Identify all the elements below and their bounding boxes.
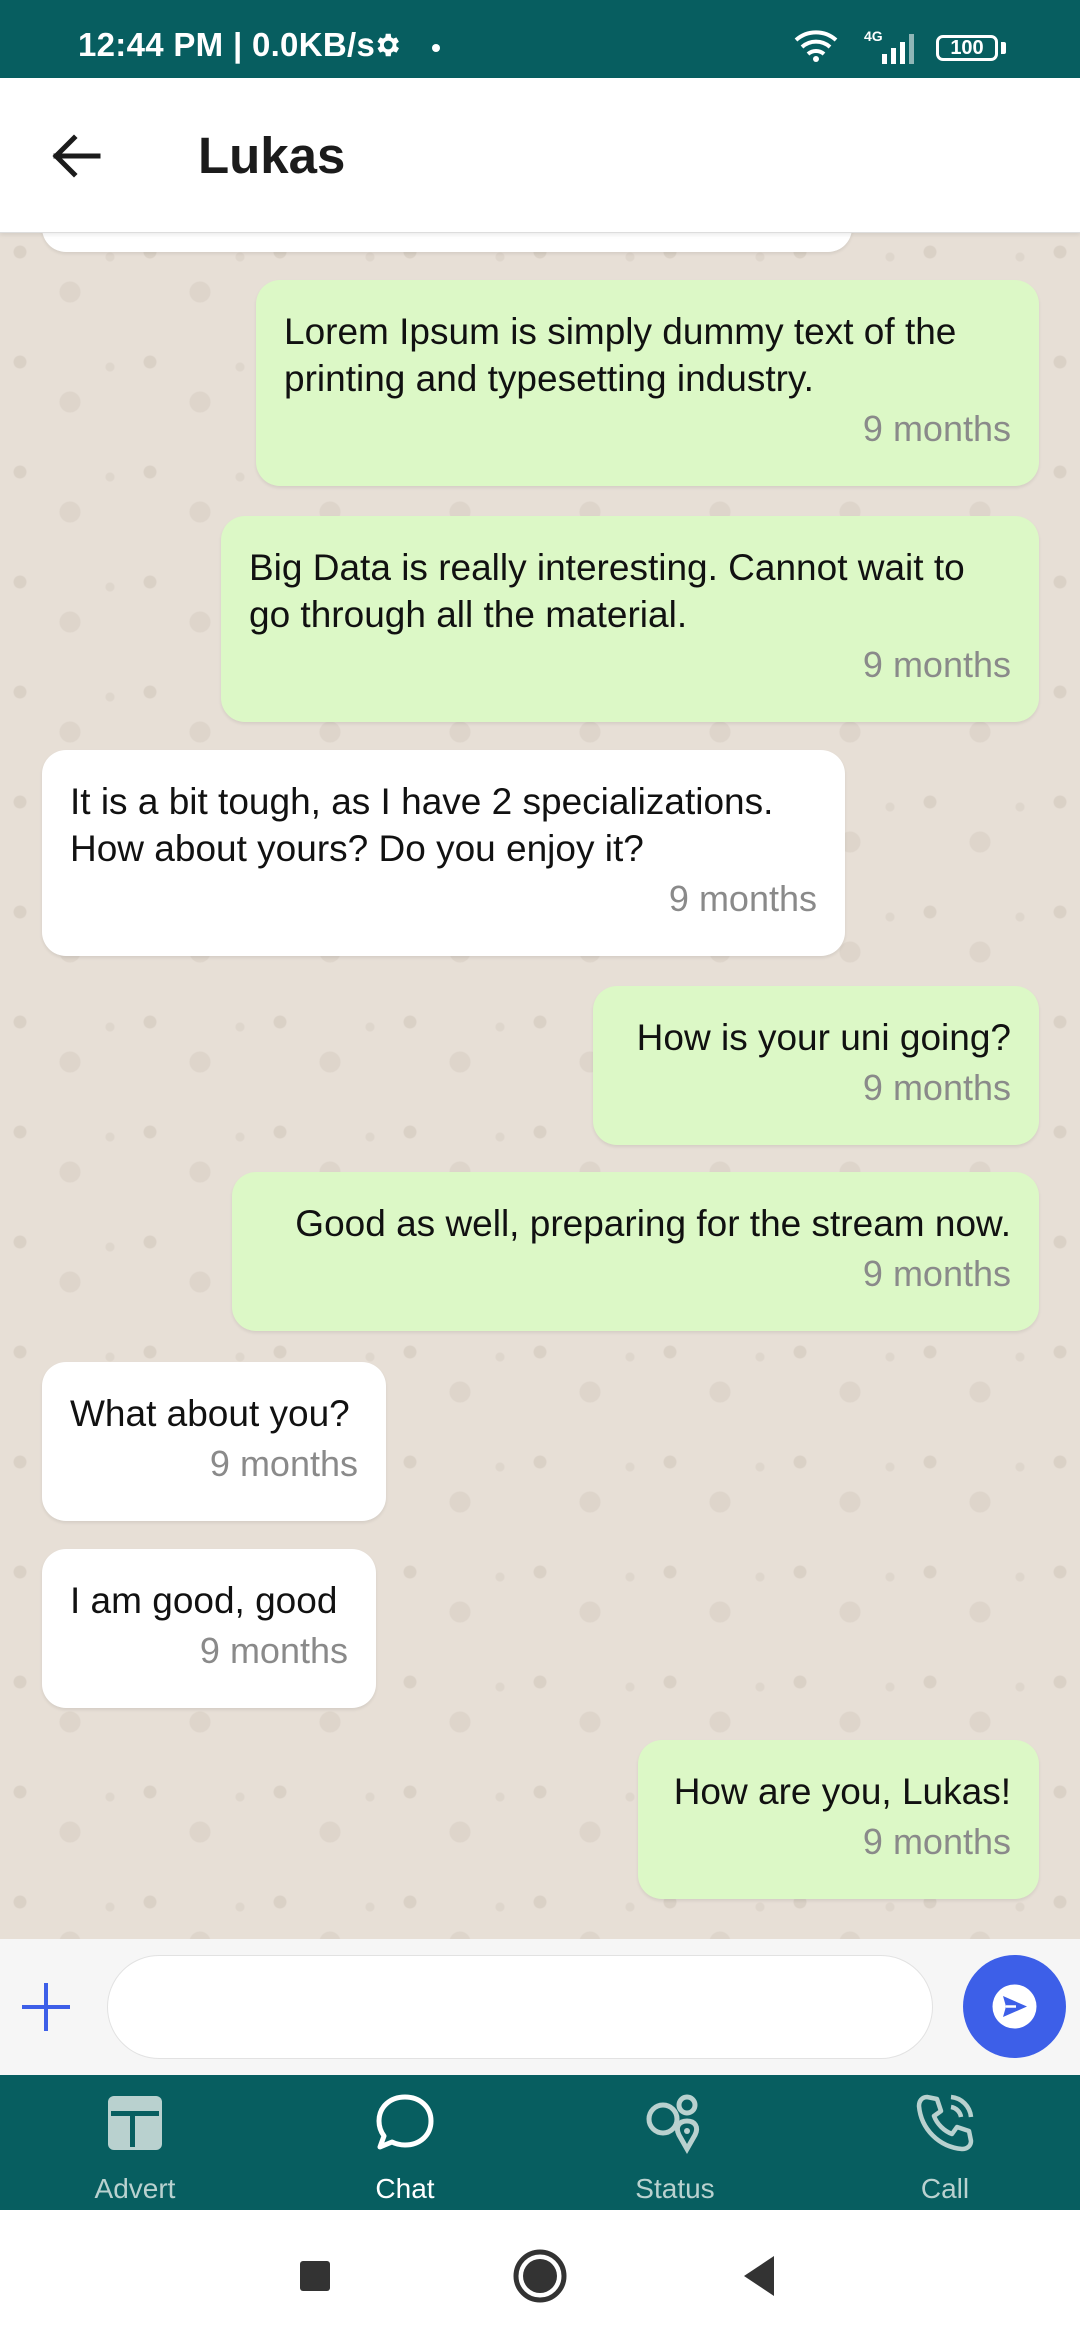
battery-indicator: 100: [936, 35, 998, 61]
home-icon[interactable]: [512, 2248, 568, 2304]
send-icon: [992, 1984, 1037, 2029]
signal-strength-icon: [882, 34, 914, 64]
nav-item-advert[interactable]: Advert: [0, 2075, 270, 2210]
status-time: 12:44 PM | 0.0KB/s: [78, 26, 376, 63]
recent-apps-icon[interactable]: [287, 2248, 343, 2304]
settings-gear-icon: [377, 33, 399, 57]
nav-label: Status: [635, 2173, 715, 2204]
message-time: 9 months: [668, 878, 817, 919]
message-text: Good as well, preparing for the stream n…: [295, 1203, 1011, 1244]
message-bubble-outgoing: Lorem Ipsum is simply dummy text of the …: [256, 280, 1039, 486]
notification-dot: [432, 44, 440, 52]
chat-bubble-icon: [376, 2094, 434, 2150]
message-time: 9 months: [862, 644, 1011, 685]
message-text: Lorem Ipsum is simply dummy text of the …: [284, 311, 957, 399]
message-time: 9 months: [862, 1253, 1011, 1294]
back-triangle-icon[interactable]: [734, 2248, 790, 2304]
message-time: 9 months: [862, 1821, 1011, 1862]
system-navigation-bar: [0, 2210, 1080, 2340]
advert-icon: [108, 2096, 162, 2150]
message-bubble-outgoing: Big Data is really interesting. Cannot w…: [221, 516, 1039, 722]
message-list[interactable]: Lorem Ipsum is simply dummy text of the …: [0, 232, 1080, 1939]
message-bubble-incoming: I am good, good 9 months: [42, 1549, 376, 1708]
message-time: 9 months: [862, 1067, 1011, 1108]
battery-tip: [1001, 42, 1006, 54]
message-text: It is a bit tough, as I have 2 specializ…: [70, 781, 774, 869]
nav-item-call[interactable]: Call: [810, 2075, 1080, 2210]
message-time: 9 months: [199, 1630, 348, 1671]
message-bubble-outgoing: How are you, Lukas! 9 months: [638, 1740, 1039, 1899]
nav-label: Advert: [94, 2173, 176, 2204]
message-text: How is your uni going?: [636, 1017, 1011, 1058]
bottom-navigation: Advert Chat Status Call: [0, 2075, 1080, 2210]
phone-icon: [916, 2094, 974, 2152]
message-text: I am good, good: [70, 1580, 338, 1621]
contact-name: Lukas: [198, 127, 346, 184]
chat-header: Lukas: [0, 78, 1080, 233]
message-bubble-partial: [42, 232, 852, 252]
status-bar: 12:44 PM | 0.0KB/s 4G 100: [0, 0, 1080, 78]
message-bubble-outgoing: Good as well, preparing for the stream n…: [232, 1172, 1039, 1331]
message-text: Big Data is really interesting. Cannot w…: [249, 547, 965, 635]
send-button[interactable]: [963, 1955, 1066, 2058]
wifi-icon: [794, 30, 838, 62]
message-text: What about you?: [70, 1393, 350, 1434]
message-bubble-incoming: What about you? 9 months: [42, 1362, 386, 1521]
back-arrow-icon[interactable]: [40, 120, 112, 192]
message-input[interactable]: [107, 1955, 933, 2059]
message-bubble-outgoing: How is your uni going? 9 months: [593, 986, 1039, 1145]
nav-label: Chat: [375, 2173, 435, 2204]
status-icon: [646, 2094, 700, 2155]
plus-icon[interactable]: [18, 1979, 74, 2035]
message-time: 9 months: [862, 408, 1011, 449]
nav-item-chat[interactable]: Chat: [270, 2075, 540, 2210]
message-bubble-incoming: It is a bit tough, as I have 2 specializ…: [42, 750, 845, 956]
message-time: 9 months: [209, 1443, 358, 1484]
message-composer: [0, 1939, 1080, 2075]
nav-label: Call: [920, 2173, 970, 2204]
nav-item-status[interactable]: Status: [540, 2075, 810, 2210]
message-text: How are you, Lukas!: [673, 1771, 1011, 1812]
